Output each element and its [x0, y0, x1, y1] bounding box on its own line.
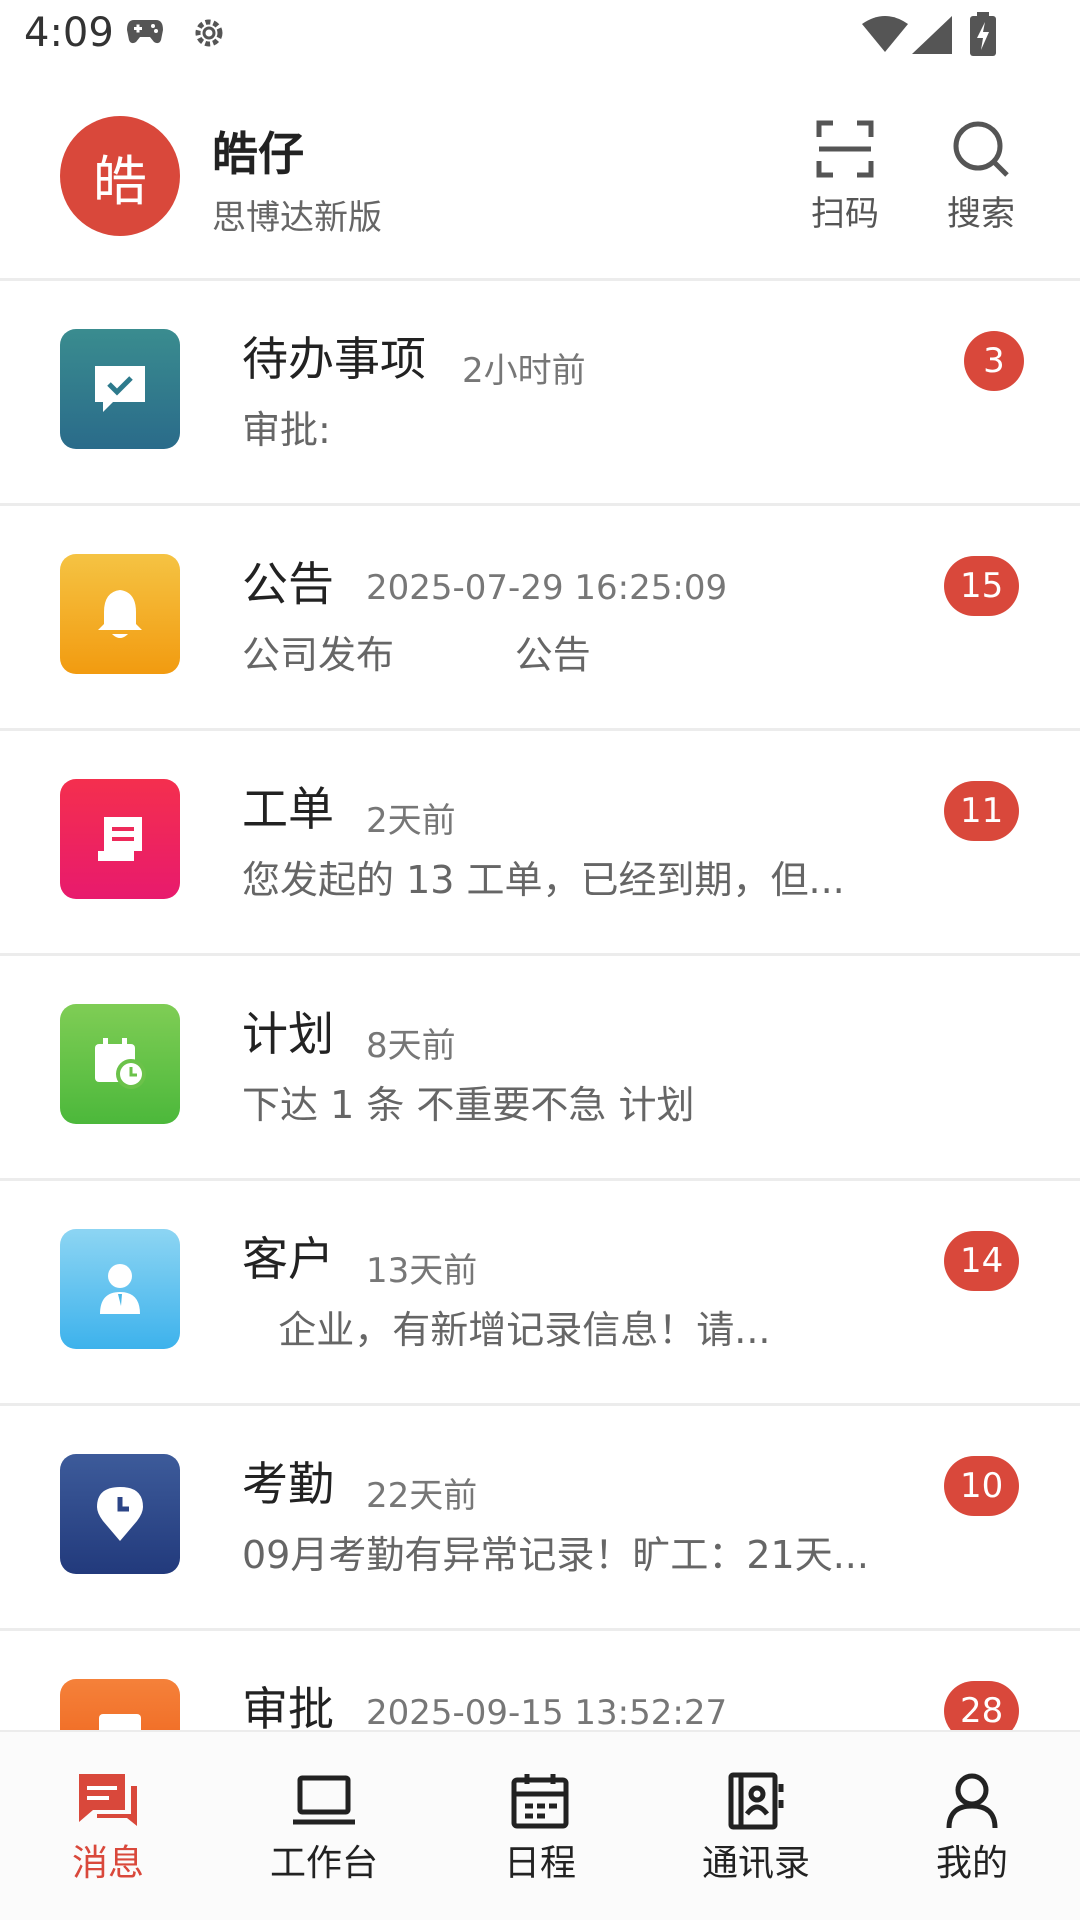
list-item[interactable]: 客户 13天前 企业，有新增记录信息！请... 14 [0, 1181, 1080, 1406]
item-time: 13天前 [366, 1251, 478, 1291]
item-time: 2025-09-15 13:52:27 [366, 1693, 728, 1730]
unread-badge: 3 [964, 331, 1024, 391]
item-time: 2小时前 [462, 351, 586, 391]
item-preview: 审批: [242, 408, 331, 452]
nav-label: 日程 [503, 1843, 576, 1884]
list-item[interactable]: 计划 8天前 下达 1 条 不重要不急 计划 [0, 956, 1080, 1181]
item-preview: 09月考勤有异常记录！旷工：21天... [242, 1533, 869, 1577]
unread-badge: 14 [944, 1231, 1020, 1291]
search-button[interactable]: 搜索 [926, 120, 1036, 235]
nav-workbench[interactable]: 工作台 [216, 1772, 432, 1886]
search-label: 搜索 [947, 194, 1015, 234]
item-title: 客户 [242, 1232, 334, 1286]
list-item[interactable]: 待办事项 2小时前 审批: 3 [0, 281, 1080, 506]
search-icon [926, 120, 1036, 178]
scan-label: 扫码 [811, 194, 879, 234]
unread-badge: 28 [944, 1681, 1020, 1730]
battery-charging-icon [970, 12, 996, 60]
list-item[interactable]: 公告 2025-07-29 16:25:09 公司发布 公告 15 [0, 506, 1080, 731]
contacts-icon [648, 1772, 864, 1830]
person-icon [60, 1229, 180, 1349]
status-time: 4:09 [24, 10, 114, 56]
calendar-clock-icon [60, 1004, 180, 1124]
nav-schedule[interactable]: 日程 [432, 1772, 648, 1886]
company-name: 思博达新版 [212, 198, 382, 238]
unread-badge: 11 [944, 781, 1020, 841]
item-preview: 公司发布 公告 [242, 633, 591, 677]
todo-chat-icon [60, 329, 180, 449]
item-title: 计划 [242, 1007, 334, 1061]
nav-label: 消息 [71, 1843, 144, 1884]
bell-icon [60, 554, 180, 674]
item-title: 考勤 [242, 1457, 334, 1511]
list-item[interactable]: 工单 2天前 您发起的 13 工单，已经到期，但... 11 [0, 731, 1080, 956]
item-preview: 企业，有新增记录信息！请... [242, 1308, 771, 1352]
scan-icon [790, 120, 900, 178]
user-name: 皓仔 [212, 127, 304, 181]
unread-badge: 10 [944, 1456, 1020, 1516]
nav-label: 通讯录 [701, 1843, 810, 1884]
bottom-nav: 消息 工作台 日程 通讯录 我的 [0, 1730, 1080, 1920]
status-bar: 4:09 [0, 0, 1080, 72]
signal-icon [912, 16, 952, 58]
item-time: 8天前 [366, 1026, 456, 1066]
message-list[interactable]: 待办事项 2小时前 审批: 3 公告 2025-07-29 16:25:09 公… [0, 281, 1080, 1730]
item-preview: 您发起的 13 工单，已经到期，但... [242, 858, 845, 902]
laptop-icon [216, 1772, 432, 1830]
nav-contacts[interactable]: 通讯录 [648, 1772, 864, 1886]
gamepad-icon [126, 16, 164, 50]
list-item[interactable]: 审批 2025-09-15 13:52:27 28 [0, 1631, 1080, 1730]
item-time: 22天前 [366, 1476, 478, 1516]
clock-pin-icon [60, 1454, 180, 1574]
item-title: 工单 [242, 782, 334, 836]
avatar[interactable]: 皓 [60, 116, 180, 236]
message-icon [0, 1772, 216, 1830]
nav-messages[interactable]: 消息 [0, 1772, 216, 1886]
scroll-icon [60, 779, 180, 899]
messages-page: 4:09 皓 皓仔 思博达新版 扫码 搜索 待办事项 2小时前 审批: 3 公告… [0, 0, 1080, 1920]
gear-icon [190, 14, 228, 56]
user-icon [864, 1772, 1080, 1830]
scan-button[interactable]: 扫码 [790, 120, 900, 235]
item-title: 公告 [242, 557, 334, 611]
item-preview: 下达 1 条 不重要不急 计划 [242, 1083, 695, 1127]
item-title: 审批 [242, 1682, 334, 1730]
wifi-icon [862, 16, 908, 56]
app-header: 皓 皓仔 思博达新版 扫码 搜索 [0, 86, 1080, 280]
item-title: 待办事项 [242, 332, 426, 386]
nav-me[interactable]: 我的 [864, 1772, 1080, 1886]
calendar-icon [432, 1772, 648, 1830]
unread-badge: 15 [944, 556, 1020, 616]
nav-label: 工作台 [269, 1843, 378, 1884]
list-item[interactable]: 考勤 22天前 09月考勤有异常记录！旷工：21天... 10 [0, 1406, 1080, 1631]
nav-label: 我的 [935, 1843, 1008, 1884]
item-time: 2025-07-29 16:25:09 [366, 568, 728, 608]
document-icon [60, 1679, 180, 1730]
item-time: 2天前 [366, 801, 456, 841]
